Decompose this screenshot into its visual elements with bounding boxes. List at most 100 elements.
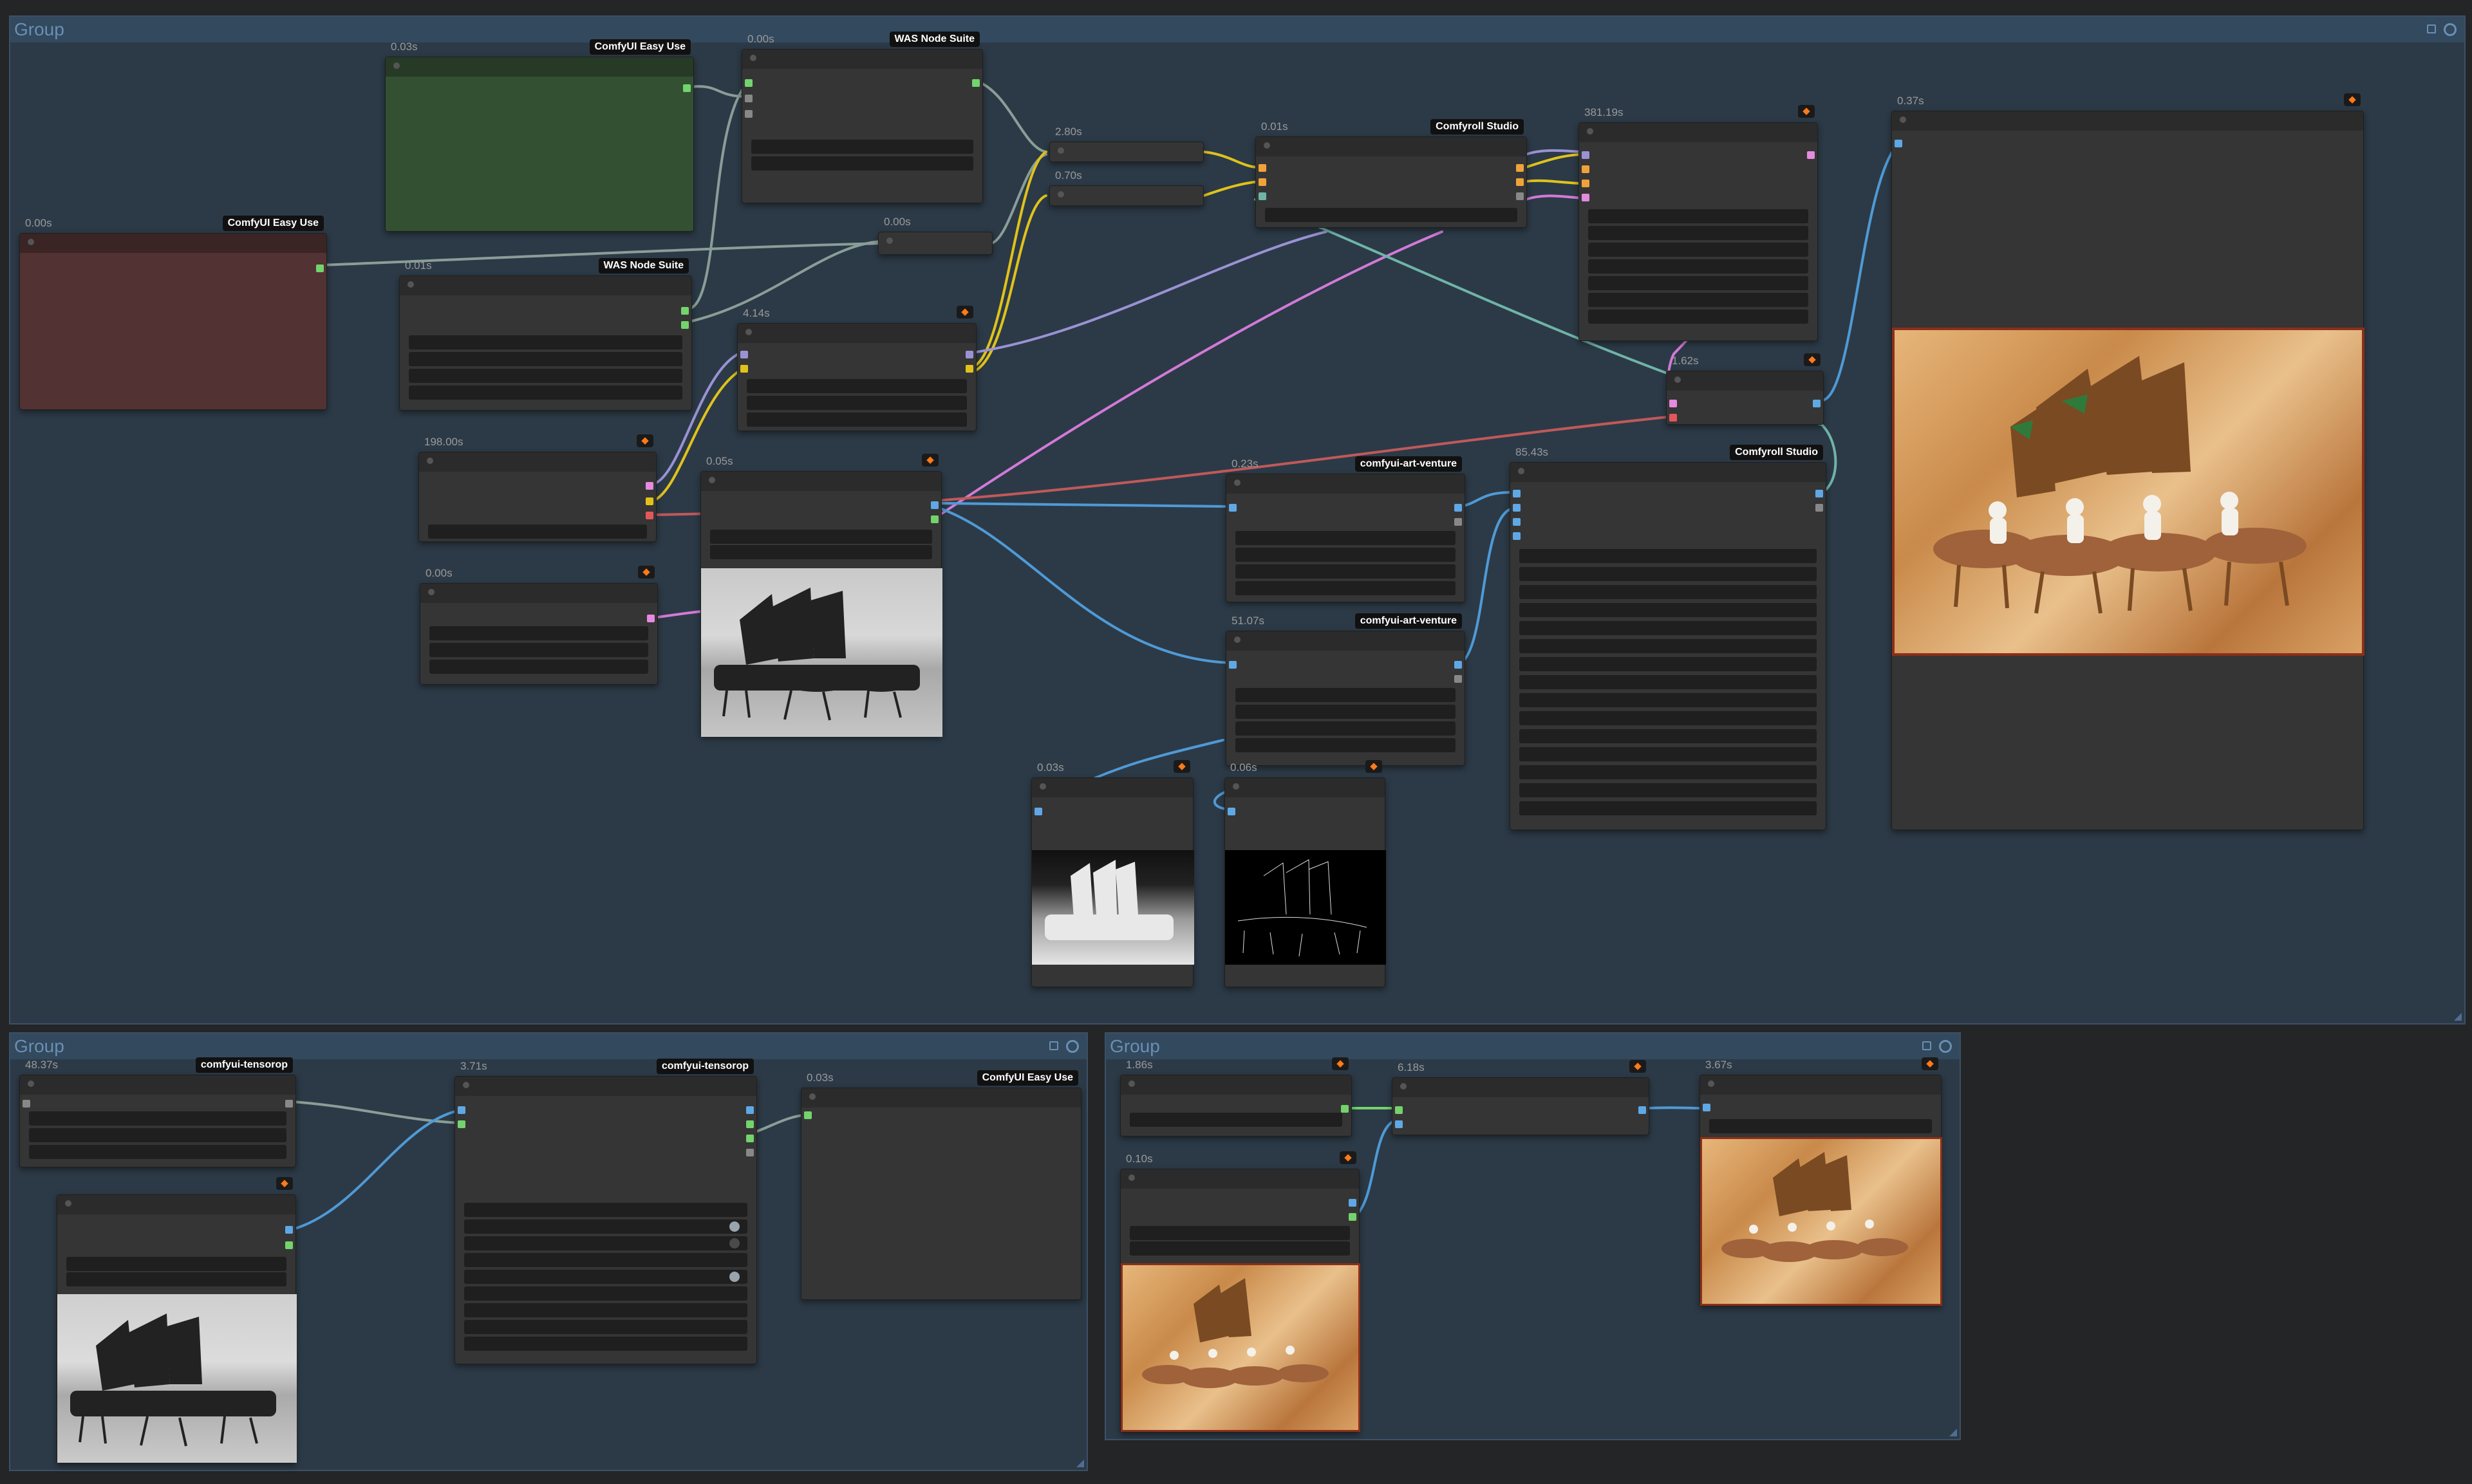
output-slot[interactable] xyxy=(1341,1105,1349,1113)
output-slot[interactable] xyxy=(1815,504,1823,512)
node-preview-037[interactable]: 0.37s ◆ xyxy=(1891,93,2364,830)
output-slot[interactable] xyxy=(681,321,689,329)
widget[interactable] xyxy=(1235,548,1456,562)
widget[interactable] xyxy=(1519,729,1817,743)
node-easy-use-3[interactable]: 0.03s ComfyUI Easy Use xyxy=(801,1070,1082,1300)
input-slot[interactable] xyxy=(1035,808,1042,815)
output-slot[interactable] xyxy=(931,501,939,509)
collapse-icon[interactable] xyxy=(1058,191,1064,198)
node-art-venture-1[interactable]: 0.23s comfyui-art-venture xyxy=(1226,456,1465,602)
input-slot[interactable] xyxy=(1229,661,1237,669)
widget[interactable] xyxy=(1588,243,1808,257)
output-slot[interactable] xyxy=(1349,1213,1356,1221)
input-slot[interactable] xyxy=(458,1120,465,1128)
input-slot[interactable] xyxy=(745,79,753,87)
input-slot[interactable] xyxy=(745,95,753,102)
collapse-icon[interactable] xyxy=(1708,1081,1714,1087)
widget[interactable] xyxy=(1709,1119,1932,1133)
widget[interactable] xyxy=(751,156,973,171)
output-slot[interactable] xyxy=(683,84,691,92)
output-slot[interactable] xyxy=(1454,661,1462,669)
toggle-knob[interactable] xyxy=(729,1221,740,1232)
input-slot[interactable] xyxy=(1513,532,1521,540)
input-slot[interactable] xyxy=(1513,518,1521,526)
widget[interactable] xyxy=(1265,208,1517,222)
output-slot[interactable] xyxy=(681,307,689,315)
input-slot[interactable] xyxy=(1513,490,1521,497)
input-slot[interactable] xyxy=(1582,165,1589,173)
widget[interactable] xyxy=(464,1320,747,1334)
widget[interactable] xyxy=(1519,567,1817,581)
group-title-main[interactable]: Group xyxy=(10,17,2464,42)
widget[interactable] xyxy=(1588,310,1808,324)
widget[interactable] xyxy=(1519,621,1817,635)
group-visibility-icon[interactable] xyxy=(1939,1040,1952,1053)
output-slot[interactable] xyxy=(285,1100,293,1108)
group-pin-icon[interactable] xyxy=(1049,1041,1058,1050)
widget[interactable] xyxy=(464,1303,747,1317)
input-slot[interactable] xyxy=(1669,400,1677,407)
collapse-icon[interactable] xyxy=(428,589,435,595)
output-slot[interactable] xyxy=(316,264,324,272)
output-slot[interactable] xyxy=(1807,151,1815,159)
widget[interactable] xyxy=(1519,711,1817,725)
collapse-icon[interactable] xyxy=(1400,1083,1407,1090)
widget[interactable] xyxy=(1519,639,1817,653)
widget[interactable] xyxy=(66,1257,286,1271)
toggle-knob[interactable] xyxy=(729,1272,740,1282)
input-slot[interactable] xyxy=(1703,1104,1710,1111)
node-mid-414[interactable]: 4.14s ◆ xyxy=(737,306,977,431)
group-pin-icon[interactable] xyxy=(1922,1041,1931,1050)
output-slot[interactable] xyxy=(1349,1199,1356,1207)
widget[interactable] xyxy=(1588,209,1808,223)
node-tensorop-1[interactable]: 48.37s comfyui-tensorop xyxy=(19,1057,296,1167)
widget[interactable] xyxy=(1235,705,1456,719)
output-slot[interactable] xyxy=(1454,504,1462,512)
output-slot[interactable] xyxy=(1815,490,1823,497)
node-depth-preview[interactable]: 0.03s ◆ xyxy=(1031,760,1194,987)
node-load-image-2[interactable]: ◆ xyxy=(57,1177,297,1463)
node-reroute[interactable]: 0.00s xyxy=(878,216,993,255)
widget[interactable] xyxy=(1235,738,1456,752)
widget[interactable] xyxy=(1235,721,1456,736)
widget[interactable] xyxy=(1588,293,1808,307)
output-slot[interactable] xyxy=(646,497,653,505)
widget[interactable] xyxy=(1519,657,1817,671)
collapse-icon[interactable] xyxy=(1234,636,1241,643)
node-easy-use-red[interactable]: 0.00s ComfyUI Easy Use xyxy=(19,216,327,410)
group-pin-icon[interactable] xyxy=(2427,24,2436,33)
node-art-venture-2[interactable]: 51.07s comfyui-art-venture xyxy=(1226,613,1465,766)
widget[interactable] xyxy=(66,1272,286,1286)
widget[interactable] xyxy=(1519,747,1817,761)
widget[interactable] xyxy=(29,1145,286,1159)
output-slot[interactable] xyxy=(746,1149,754,1156)
input-slot[interactable] xyxy=(1395,1120,1403,1128)
input-slot[interactable] xyxy=(740,365,748,373)
input-slot[interactable] xyxy=(1259,178,1266,186)
group-title-output[interactable]: Group xyxy=(1106,1034,1960,1059)
output-slot[interactable] xyxy=(285,1226,293,1234)
input-slot[interactable] xyxy=(1582,180,1589,187)
group-visibility-icon[interactable] xyxy=(2444,23,2457,36)
collapse-icon[interactable] xyxy=(1518,468,1524,474)
collapse-icon[interactable] xyxy=(28,239,34,245)
toggle-knob[interactable] xyxy=(729,1238,740,1248)
widget[interactable] xyxy=(428,524,647,539)
input-slot[interactable] xyxy=(1582,151,1589,159)
node-load-image[interactable]: 0.05s ◆ xyxy=(700,454,942,737)
output-slot[interactable] xyxy=(1516,192,1524,200)
node-198[interactable]: 198.00s ◆ xyxy=(418,434,657,542)
node-367[interactable]: 3.67s ◆ xyxy=(1700,1057,1942,1306)
input-slot[interactable] xyxy=(1259,164,1266,172)
collapse-icon[interactable] xyxy=(65,1200,71,1207)
widget[interactable] xyxy=(1130,1113,1342,1127)
node-618[interactable]: 6.18s ◆ xyxy=(1392,1060,1649,1135)
input-slot[interactable] xyxy=(1669,414,1677,422)
widget[interactable] xyxy=(1130,1241,1350,1256)
input-slot[interactable] xyxy=(1395,1106,1403,1114)
node-comfyroll-2[interactable]: 85.43s Comfyroll Studio xyxy=(1510,445,1826,830)
node-comfyroll-1[interactable]: 0.01s Comfyroll Studio xyxy=(1255,119,1527,228)
output-slot[interactable] xyxy=(931,515,939,523)
input-slot[interactable] xyxy=(740,351,748,358)
input-slot[interactable] xyxy=(1513,504,1521,512)
